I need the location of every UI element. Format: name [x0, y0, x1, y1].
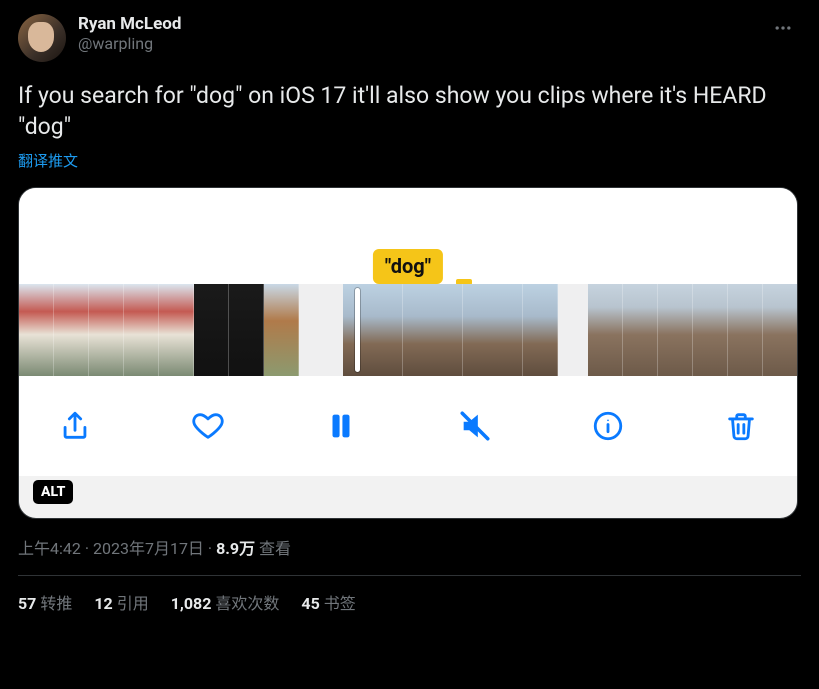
speaker-muted-icon	[458, 409, 492, 443]
tweet-container: Ryan McLeod @warpling If you search for …	[0, 0, 819, 614]
trash-icon	[724, 409, 758, 443]
thumbnail-frame	[403, 284, 463, 376]
pause-icon	[324, 409, 358, 443]
tweet-time[interactable]: 上午4:42	[18, 539, 81, 558]
thumbnail-frame	[19, 284, 54, 376]
thumbnail-frame	[693, 284, 728, 376]
user-info: Ryan McLeod @warpling	[78, 14, 181, 55]
media-toolbar	[19, 376, 797, 476]
thumbnail-frame	[89, 284, 124, 376]
divider	[18, 575, 801, 576]
translate-link[interactable]: 翻译推文	[18, 150, 801, 171]
views-label[interactable]: 查看	[255, 539, 291, 558]
alt-text-badge[interactable]: ALT	[33, 480, 73, 504]
avatar[interactable]	[18, 14, 66, 62]
tweet-meta: 上午4:42 · 2023年7月17日 · 8.9万 查看	[18, 535, 801, 559]
ellipsis-icon	[773, 18, 793, 38]
thumbnail-frame	[264, 284, 299, 376]
views-count: 8.9万	[216, 539, 255, 558]
thumbnail-frame	[588, 284, 623, 376]
display-name[interactable]: Ryan McLeod	[78, 14, 181, 34]
clip-group-3	[588, 284, 798, 376]
info-icon	[591, 409, 625, 443]
thumbnail-frame	[463, 284, 523, 376]
likes-stat[interactable]: 1,082喜欢次数	[171, 590, 280, 614]
like-button[interactable]	[186, 404, 230, 448]
thumbnail-frame	[523, 284, 558, 376]
bookmarks-stat[interactable]: 45书签	[301, 590, 355, 614]
tweet-text: If you search for "dog" on iOS 17 it'll …	[18, 80, 801, 142]
tweet-header: Ryan McLeod @warpling	[18, 14, 801, 62]
media-header: "dog"	[19, 188, 797, 284]
thumbnail-frame	[194, 284, 229, 376]
tweet-stats: 57转推 12引用 1,082喜欢次数 45书签	[18, 590, 801, 614]
thumbnail-frame	[623, 284, 658, 376]
more-options-button[interactable]	[769, 14, 797, 42]
user-handle[interactable]: @warpling	[78, 34, 181, 55]
thumbnail-frame	[343, 284, 403, 376]
heart-icon	[191, 409, 225, 443]
search-term-badge: "dog"	[373, 249, 443, 284]
clip-group-2	[343, 284, 558, 376]
tweet-date[interactable]: 2023年7月17日	[93, 539, 204, 558]
thumbnail-frame	[728, 284, 763, 376]
retweets-stat[interactable]: 57转推	[18, 590, 72, 614]
info-button[interactable]	[586, 404, 630, 448]
thumbnail-frame	[159, 284, 194, 376]
thumbnail-frame	[763, 284, 798, 376]
playhead[interactable]	[355, 288, 360, 372]
mute-button[interactable]	[453, 404, 497, 448]
share-button[interactable]	[53, 404, 97, 448]
quotes-stat[interactable]: 12引用	[94, 590, 148, 614]
thumbnail-frame	[54, 284, 89, 376]
video-timeline[interactable]	[19, 284, 797, 376]
delete-button[interactable]	[719, 404, 763, 448]
pause-button[interactable]	[319, 404, 363, 448]
media-attachment[interactable]: "dog"	[18, 187, 798, 519]
thumbnail-frame	[124, 284, 159, 376]
clip-group-1	[19, 284, 299, 376]
thumbnail-frame	[229, 284, 264, 376]
share-icon	[58, 409, 92, 443]
thumbnail-frame	[658, 284, 693, 376]
